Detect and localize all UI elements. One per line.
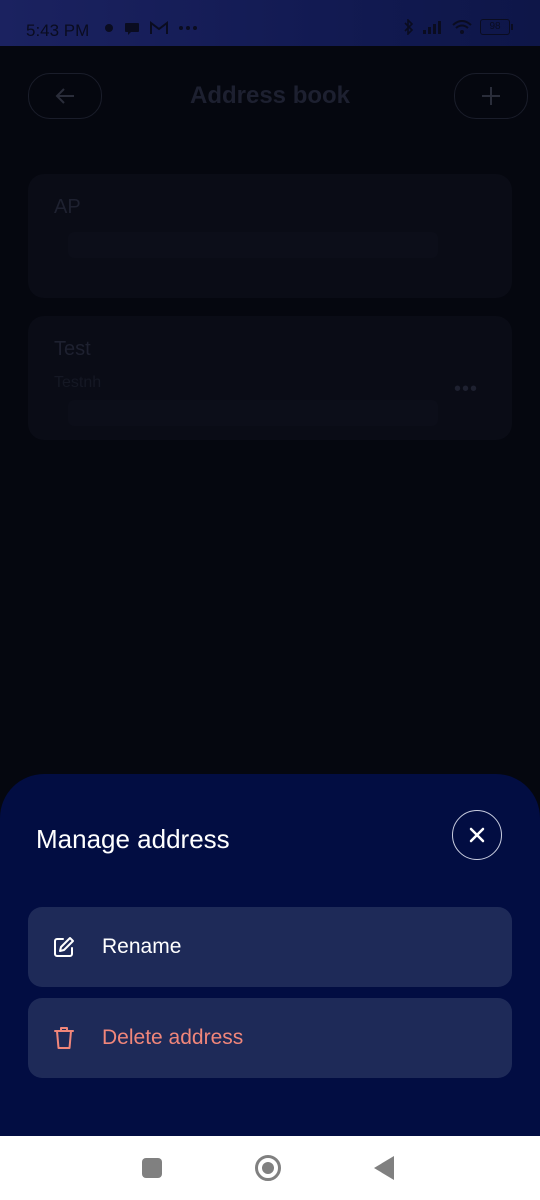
address-value-blurred [68,400,438,426]
close-button[interactable] [452,810,502,860]
address-card-test[interactable]: Test Testnh ••• [28,316,512,440]
more-notifications-icon [179,26,197,30]
status-time: 5:43 PM [26,21,90,40]
message-icon [125,22,139,35]
signal-icon [423,21,441,34]
bluetooth-icon [404,19,414,35]
status-bar: 5:43 PM 98 [0,0,540,46]
system-nav-bar [0,1136,540,1200]
address-card-ap[interactable]: AP [28,174,512,298]
sheet-title: Manage address [36,824,230,854]
rename-button[interactable]: Rename [28,907,512,987]
address-label: Testnh [54,374,102,391]
system-icons: 98 [404,19,513,35]
delete-address-button[interactable]: Delete address [28,998,512,1078]
close-icon [469,827,485,843]
wifi-icon [452,19,472,34]
rename-label: Rename [102,935,182,958]
notification-icons [104,21,198,35]
delete-address-label: Delete address [102,1026,244,1049]
notification-dot-icon [105,24,113,32]
plus-icon [482,87,500,105]
address-name: AP [54,196,81,218]
home-button[interactable] [255,1155,281,1181]
address-value-blurred [68,232,438,258]
recents-button[interactable] [142,1158,162,1178]
trash-icon [52,1026,76,1050]
battery-icon: 98 [480,19,513,35]
address-name: Test [54,338,91,360]
more-options-icon[interactable]: ••• [454,378,478,401]
back-nav-button[interactable] [374,1156,394,1180]
edit-icon [52,935,76,959]
add-address-button[interactable] [454,73,528,119]
gmail-icon [150,21,168,34]
manage-address-sheet: Manage address Rename Delete address [0,774,540,1136]
